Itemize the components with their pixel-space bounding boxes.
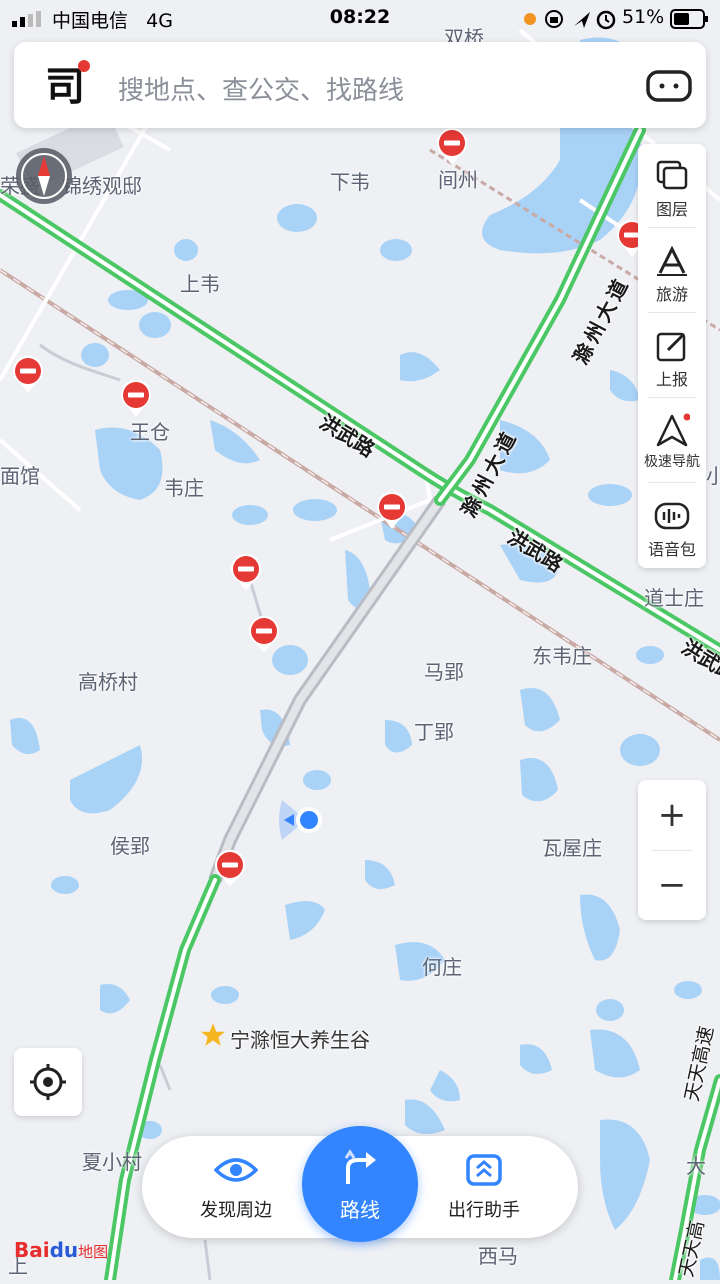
voice-pack-button[interactable]: 语音包 [638,484,706,568]
report-button[interactable]: 上报 [638,314,706,398]
place-label: 小 [706,464,720,488]
zoom-out-button[interactable]: − [638,850,706,920]
place-label: 侯郢 [110,834,150,858]
assistant-icon [466,1154,502,1186]
layers-button[interactable]: 图层 [638,144,706,228]
baidu-logo: Baidu地图 [14,1238,109,1262]
road-closure-icon[interactable] [119,378,153,418]
discover-label: 发现周边 [200,1200,272,1221]
route-button[interactable]: 路线 [302,1126,418,1242]
road-closure-icon[interactable] [229,552,263,592]
search-bar[interactable]: 司 搜地点、查公交、找路线 [14,42,706,128]
avatar[interactable]: 司 [36,56,94,114]
route-arrow-icon [344,1149,376,1184]
map-toolbar: 图层 旅游 上报 极速导航 语音包 [638,144,706,568]
place-label: 下韦 [330,170,370,194]
place-label: 马郢 [424,660,464,684]
place-label: 瓦屋庄 [542,836,602,860]
zoom-in-button[interactable]: + [638,780,706,850]
assistant-label: 出行助手 [448,1200,520,1221]
place-label: 面馆 [0,464,40,488]
place-label: 何庄 [422,955,462,979]
road-closure-icon[interactable] [213,848,247,888]
navigation-icon [654,413,691,449]
poi-star-icon[interactable] [200,1022,226,1052]
voice-assistant-icon[interactable] [646,70,692,102]
road-closure-icon[interactable] [247,614,281,654]
place-label: 上韦 [180,272,220,296]
place-label: 王仓 [130,420,170,444]
layers-label: 图层 [655,200,688,219]
place-label: 韦庄 [164,476,204,500]
road-closure-icon[interactable] [435,126,469,166]
compass-icon[interactable] [14,146,74,206]
fast-navigation-button[interactable]: 极速导航 [638,399,706,483]
voice-pack-label: 语音包 [647,540,696,559]
route-label: 路线 [340,1198,380,1222]
place-label: 大 [686,1154,706,1178]
travel-label: 旅游 [655,285,688,304]
place-label: 高桥村 [78,670,138,694]
status-icons [522,8,616,35]
current-location-icon [276,794,336,850]
place-label: 锦绣观邸 [62,174,142,198]
fast-navigation-label: 极速导航 [644,454,700,470]
travel-button[interactable]: 旅游 [638,229,706,313]
eye-icon [213,1158,259,1182]
crosshair-icon [30,1064,66,1100]
travel-assistant-button[interactable]: 出行助手 [424,1154,544,1222]
battery-percent: 51% [622,6,665,28]
status-bar: 中国电信 4G 08:22 51% [0,0,720,36]
search-input[interactable]: 搜地点、查公交、找路线 [118,70,404,107]
place-label: 东韦庄 [532,644,592,668]
place-label: 道士庄 [644,586,704,610]
place-label: 丁郢 [414,720,454,744]
poi-label[interactable]: 宁滁恒大养生谷 [230,1024,370,1053]
report-label: 上报 [655,370,688,389]
report-icon [654,328,690,364]
layers-icon [654,158,690,194]
place-label: 间州 [438,168,478,192]
discover-nearby-button[interactable]: 发现周边 [176,1154,296,1222]
place-label: 西马 [478,1244,518,1268]
logo-char: 司 [45,63,85,110]
voice-pack-icon [654,498,690,534]
travel-icon [654,243,690,279]
zoom-control: + − [638,780,706,920]
battery-icon [670,9,710,34]
locate-button[interactable] [14,1048,82,1116]
road-closure-icon[interactable] [375,490,409,530]
road-closure-icon[interactable] [11,354,45,394]
place-label: 夏小村 [82,1150,142,1174]
